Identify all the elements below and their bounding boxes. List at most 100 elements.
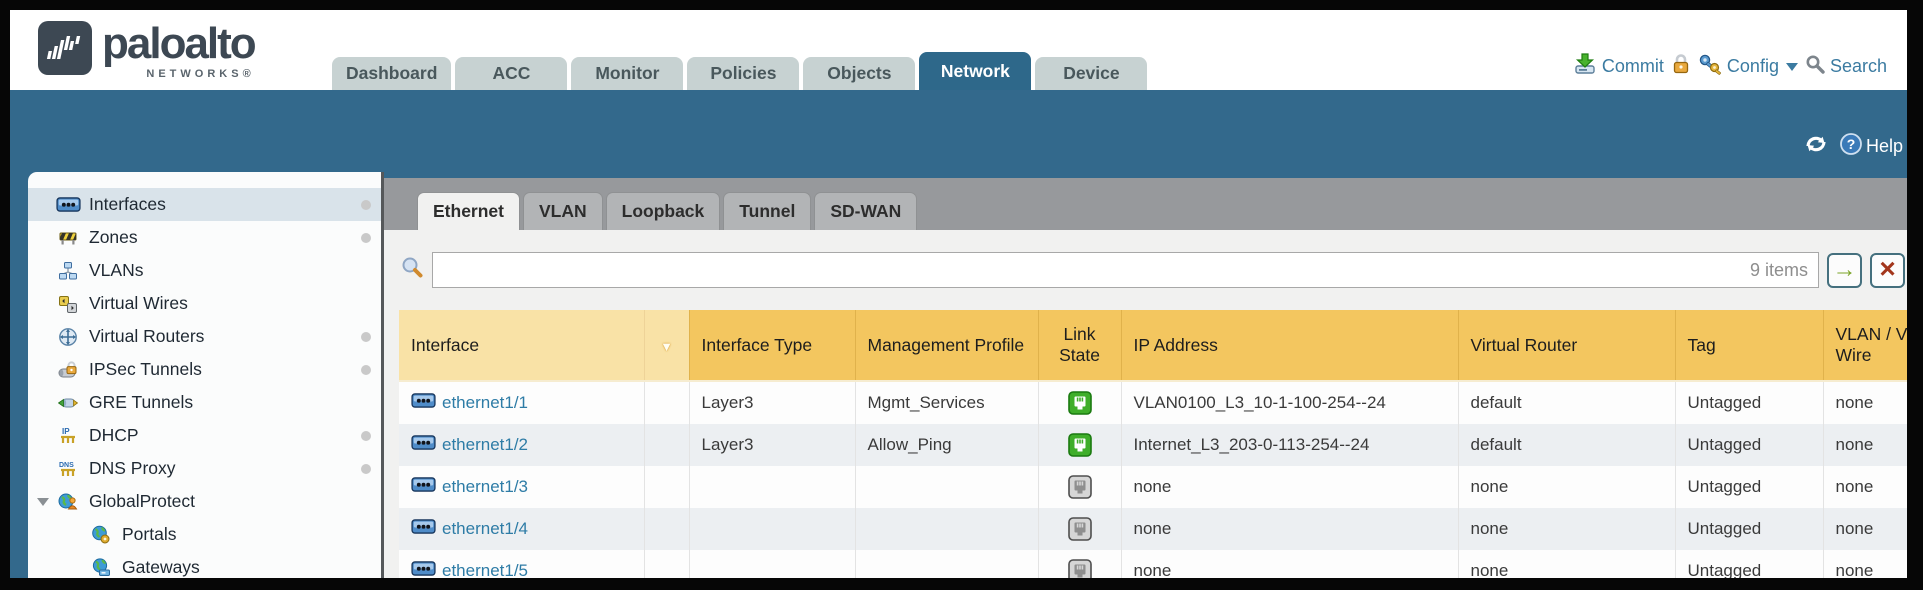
column-header-management-profile[interactable]: Management Profile	[855, 310, 1038, 381]
tab-sd-wan[interactable]: SD-WAN	[814, 192, 917, 230]
help-button[interactable]: ? Help	[1839, 132, 1903, 161]
interface-cell-content: ethernet1/3	[411, 477, 632, 497]
clear-filter-button[interactable]: ×	[1870, 253, 1905, 288]
filter-input[interactable]	[443, 259, 1750, 281]
svg-text:DNS: DNS	[59, 462, 74, 469]
table-header-row: Interface ▼Interface TypeManagement Profi…	[399, 310, 1907, 381]
column-header-tag[interactable]: Tag	[1675, 310, 1823, 381]
commit-button[interactable]: Commit	[1573, 52, 1664, 81]
interfaces-table: Interface ▼Interface TypeManagement Profi…	[399, 310, 1907, 578]
column-header-link-state[interactable]: Link State	[1038, 310, 1121, 381]
cell-interface: ethernet1/5	[399, 550, 644, 578]
interface-link[interactable]: ethernet1/4	[442, 519, 528, 539]
status-dot	[361, 464, 371, 474]
sidebar-item-virtual-routers[interactable]: Virtual Routers	[28, 320, 381, 353]
column-header-ip-address[interactable]: IP Address	[1121, 310, 1458, 381]
brand-subtitle: NETWORKS®	[102, 68, 255, 80]
lock-button[interactable]	[1671, 53, 1691, 80]
sidebar-item-vlans[interactable]: VLANs	[28, 254, 381, 287]
help-label: Help	[1866, 136, 1903, 157]
tab-label: VLAN	[539, 201, 587, 222]
sidebar-item-label: IPSec Tunnels	[89, 359, 202, 380]
cell-tag: Untagged	[1675, 466, 1823, 508]
interface-link[interactable]: ethernet1/2	[442, 435, 528, 455]
column-header-interface-type[interactable]: Interface Type	[689, 310, 855, 381]
tab-tunnel[interactable]: Tunnel	[723, 192, 811, 230]
gre-tunnels-icon	[55, 393, 81, 413]
cell-vlan-wire: none	[1823, 508, 1907, 550]
nav-tab-network[interactable]: Network	[919, 52, 1031, 90]
sort-indicator-column[interactable]: ▼	[644, 310, 689, 381]
tab-vlan[interactable]: VLAN	[523, 192, 603, 230]
interface-icon	[411, 393, 436, 413]
cell-link-state	[1038, 424, 1121, 466]
tab-label: Ethernet	[433, 201, 504, 222]
cell-vlan-wire: none	[1823, 550, 1907, 578]
column-header-label: IP Address	[1134, 335, 1218, 355]
interface-type-tabs: Ethernet VLAN LoopbackTunnelSD-WAN	[384, 178, 1907, 230]
interface-link[interactable]: ethernet1/5	[442, 561, 528, 578]
ipsec-tunnels-icon	[55, 360, 81, 380]
tab-ethernet[interactable]: Ethernet	[417, 192, 520, 230]
config-dropdown-button[interactable]: Config	[1698, 53, 1798, 80]
column-header-vlan-virtual-wire[interactable]: VLAN / Virtual Wire	[1823, 310, 1907, 381]
cell-sort-spacer	[644, 508, 689, 550]
nav-tab-policies[interactable]: Policies	[687, 57, 799, 90]
nav-tab-monitor[interactable]: Monitor	[571, 57, 683, 90]
link-state-up-icon	[1068, 433, 1092, 457]
sidebar-item-label: GRE Tunnels	[89, 392, 193, 413]
sidebar-item-dhcp[interactable]: IP DHCP	[28, 419, 381, 452]
search-button[interactable]: Search	[1805, 54, 1887, 79]
svg-text:IP: IP	[62, 427, 70, 436]
teal-band-actions: ? Help	[1803, 132, 1903, 161]
cell-management-profile	[855, 508, 1038, 550]
nav-tab-dashboard[interactable]: Dashboard	[332, 57, 451, 90]
interface-link[interactable]: ethernet1/3	[442, 477, 528, 497]
cell-management-profile: Mgmt_Services	[855, 381, 1038, 424]
sidebar-item-portals[interactable]: Portals	[28, 518, 381, 551]
apply-filter-button[interactable]: →	[1827, 253, 1862, 288]
search-icon	[1805, 54, 1825, 79]
cell-interface-type: Layer3	[689, 424, 855, 466]
sidebar-item-gre-tunnels[interactable]: GRE Tunnels	[28, 386, 381, 419]
svg-text:?: ?	[1847, 136, 1856, 152]
link-state-up-icon	[1068, 391, 1092, 415]
sidebar-item-dns-proxy[interactable]: DNSDNS Proxy	[28, 452, 381, 485]
nav-tab-acc[interactable]: ACC	[455, 57, 567, 90]
column-header-label: Interface	[411, 335, 479, 355]
virtual-wires-icon	[55, 294, 81, 314]
table-header: Interface ▼Interface TypeManagement Profi…	[399, 310, 1907, 381]
filter-bar: 9 items → ×	[384, 230, 1907, 310]
sidebar-item-interfaces[interactable]: Interfaces	[28, 188, 381, 221]
column-header-interface[interactable]: Interface	[399, 310, 644, 381]
cell-interface: ethernet1/3	[399, 466, 644, 508]
paloalto-logo-icon	[38, 21, 92, 80]
main-panel: Ethernet VLAN LoopbackTunnelSD-WAN 9 items…	[384, 178, 1907, 578]
cell-tag: Untagged	[1675, 508, 1823, 550]
sidebar-item-ipsec-tunnels[interactable]: IPSec Tunnels	[28, 353, 381, 386]
table-body: ethernet1/1Layer3Mgmt_ServicesVLAN0100_L…	[399, 381, 1907, 578]
cell-interface: ethernet1/1	[399, 381, 644, 424]
sidebar-item-virtual-wires[interactable]: Virtual Wires	[28, 287, 381, 320]
cell-link-state	[1038, 466, 1121, 508]
sidebar-item-zones[interactable]: Zones	[28, 221, 381, 254]
nav-tab-device[interactable]: Device	[1035, 57, 1147, 90]
tab-loopback[interactable]: Loopback	[606, 192, 721, 230]
interface-link[interactable]: ethernet1/1	[442, 393, 528, 413]
sidebar-item-label: Zones	[89, 227, 138, 248]
filter-input-box: 9 items	[432, 252, 1819, 288]
sidebar-item-label: DHCP	[89, 425, 139, 446]
refresh-button[interactable]	[1803, 133, 1829, 160]
expander-down-icon[interactable]	[37, 498, 49, 506]
column-header-label: Tag	[1688, 335, 1716, 355]
commit-icon	[1573, 52, 1597, 81]
zones-icon	[55, 228, 81, 248]
nav-tab-objects[interactable]: Objects	[803, 57, 915, 90]
column-header-virtual-router[interactable]: Virtual Router	[1458, 310, 1675, 381]
cell-management-profile	[855, 466, 1038, 508]
cell-ip-address: Internet_L3_203-0-113-254--24	[1121, 424, 1458, 466]
sidebar-item-globalprotect[interactable]: GlobalProtect	[28, 485, 381, 518]
sidebar-item-gateways[interactable]: Gateways	[28, 551, 381, 578]
table-row: ethernet1/4nonenoneUntaggednone	[399, 508, 1907, 550]
green-arrow-icon: →	[1833, 258, 1857, 282]
